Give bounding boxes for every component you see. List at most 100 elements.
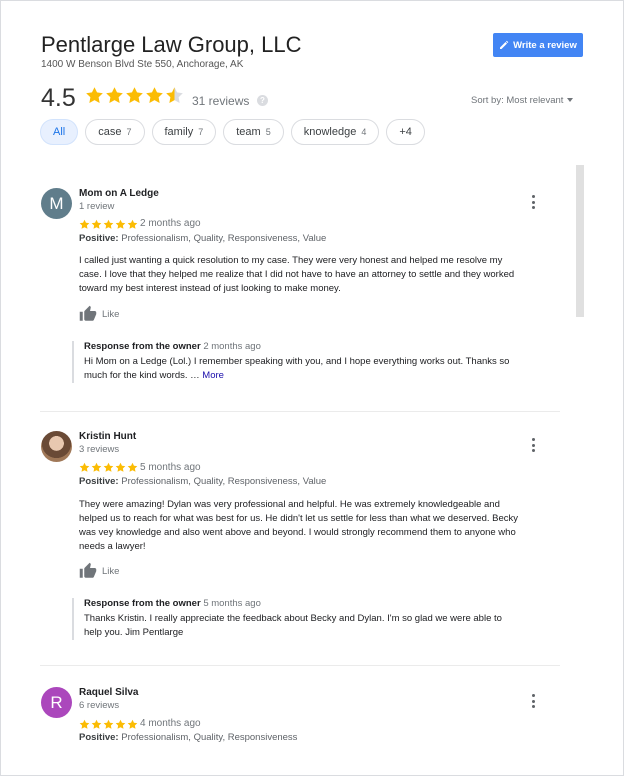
reviewer-name[interactable]: Raquel Silva (79, 687, 138, 698)
avatar[interactable] (41, 431, 72, 462)
review-list: M Mom on A Ledge 1 review 2 months ago P… (40, 165, 584, 776)
review-text: They were amazing! Dylan was very profes… (79, 498, 564, 554)
like-label: Like (102, 565, 120, 577)
star-icon (127, 462, 138, 472)
positive-label: Positive: (79, 732, 119, 743)
positive-label: Positive: (79, 233, 119, 244)
review-attributes: Positive: Professionalism, Quality, Resp… (79, 476, 326, 487)
reviewer-review-count: 3 reviews (79, 444, 120, 455)
review-text-line: was vey knowledge and also went above an… (79, 527, 516, 538)
review-text-line: They were amazing! Dylan was very profes… (79, 499, 500, 510)
write-review-button[interactable]: Write a review (493, 33, 583, 57)
owner-response: Response from the owner 5 months ago Tha… (72, 598, 552, 640)
owner-response-date: 2 months ago (203, 341, 261, 352)
like-button[interactable]: Like (79, 562, 119, 580)
star-icon (115, 719, 126, 729)
chip-knowledge[interactable]: knowledge 4 (290, 119, 380, 145)
review-text-line: I called just wanting a quick resolution… (79, 255, 503, 266)
star-icon (86, 87, 103, 103)
review-text-line: case. I love that they helped me realize… (79, 269, 515, 280)
star-icon (79, 719, 90, 729)
chip-label: team (236, 126, 261, 138)
star-icon (126, 87, 143, 103)
chip-case[interactable]: case 7 (85, 119, 145, 145)
positive-values: Professionalism, Quality, Responsiveness… (121, 476, 327, 487)
owner-response-text: Thanks Kristin. I really appreciate the … (84, 612, 552, 640)
sort-dropdown[interactable]: Sort by: Most relevant (471, 95, 574, 106)
chip-team[interactable]: team 5 (223, 119, 284, 145)
more-options-icon[interactable] (532, 694, 536, 708)
owner-text-line: Thanks Kristin. I really appreciate the … (84, 613, 502, 624)
star-icon (91, 462, 102, 472)
owner-text-line: Hi Mom on a Ledge (Lol.) I remember spea… (84, 356, 510, 367)
reviewer-review-count: 6 reviews (79, 700, 120, 711)
review-text-line: helped us to reach for what was best for… (79, 513, 519, 524)
star-icon (146, 87, 163, 103)
chip-family[interactable]: family 7 (151, 119, 217, 145)
owner-response: Response from the owner 2 months ago Hi … (72, 341, 552, 383)
business-title: Pentlarge Law Group, LLC (41, 32, 302, 57)
positive-values: Professionalism, Quality, Responsiveness (121, 732, 298, 743)
review-count: 31 reviews (192, 94, 250, 108)
chip-label: case (98, 126, 122, 138)
scrollbar[interactable] (576, 165, 584, 776)
avatar[interactable]: R (41, 687, 72, 718)
review-divider (40, 665, 560, 666)
thumbs-up-icon (79, 305, 97, 321)
caret-down-icon (567, 98, 574, 103)
more-options-icon[interactable] (532, 195, 536, 209)
write-review-label: Write a review (513, 39, 577, 51)
chip-count: 4 (361, 127, 367, 137)
star-icon (127, 719, 138, 729)
review-attributes: Positive: Professionalism, Quality, Resp… (79, 732, 297, 743)
chip-all[interactable]: All (40, 119, 79, 145)
avatar[interactable]: M (41, 188, 72, 219)
reviewer-name[interactable]: Kristin Hunt (79, 431, 136, 442)
positive-values: Professionalism, Quality, Responsiveness… (121, 233, 327, 244)
thumbs-up-icon (79, 562, 97, 578)
star-icon (115, 219, 126, 229)
owner-response-header: Response from the owner 2 months ago (84, 341, 552, 352)
owner-response-date: 5 months ago (203, 598, 261, 609)
chip-more[interactable]: +4 (386, 119, 425, 145)
star-icon (115, 462, 126, 472)
average-rating: 4.5 (41, 84, 76, 112)
review-stars (79, 219, 138, 230)
owner-response-title: Response from the owner (84, 341, 201, 352)
chip-label: knowledge (303, 126, 357, 138)
like-button[interactable]: Like (79, 305, 119, 323)
owner-response-text: Hi Mom on a Ledge (Lol.) I remember spea… (84, 355, 552, 383)
sort-label: Sort by: (471, 95, 504, 106)
star-icon (103, 719, 114, 729)
review-date: 4 months ago (140, 718, 201, 729)
star-icon (91, 219, 102, 229)
review-text: I called just wanting a quick resolution… (79, 254, 564, 296)
review-date: 2 months ago (140, 218, 201, 229)
star-icon (103, 462, 114, 472)
star-icon (106, 87, 123, 103)
like-label: Like (102, 308, 120, 320)
chip-label: All (53, 126, 66, 138)
owner-text-line: much for the kind words. … (84, 370, 200, 381)
review-text-line: needs a lawyer! (79, 541, 146, 552)
chip-label: family (164, 126, 194, 138)
review-attributes: Positive: Professionalism, Quality, Resp… (79, 233, 326, 244)
topic-chips: All case 7 family 7 team 5 knowledge 4 +4 (40, 119, 425, 145)
positive-label: Positive: (79, 476, 119, 487)
pencil-icon (500, 40, 509, 49)
chip-count: 7 (198, 127, 204, 137)
review-stars (79, 719, 138, 730)
more-options-icon[interactable] (532, 438, 536, 452)
chip-count: 7 (126, 127, 132, 137)
reviewer-name[interactable]: Mom on A Ledge (79, 188, 159, 199)
review-date: 5 months ago (140, 462, 201, 473)
half-star-icon (166, 87, 183, 103)
scrollbar-thumb[interactable] (576, 165, 584, 317)
help-icon[interactable]: ? (257, 95, 268, 106)
star-icon (91, 719, 102, 729)
more-link[interactable]: More (202, 370, 224, 381)
review-text-line: toward my best interest instead of just … (79, 283, 341, 294)
review-stars (79, 462, 138, 473)
star-icon (79, 219, 90, 229)
owner-response-title: Response from the owner (84, 598, 201, 609)
